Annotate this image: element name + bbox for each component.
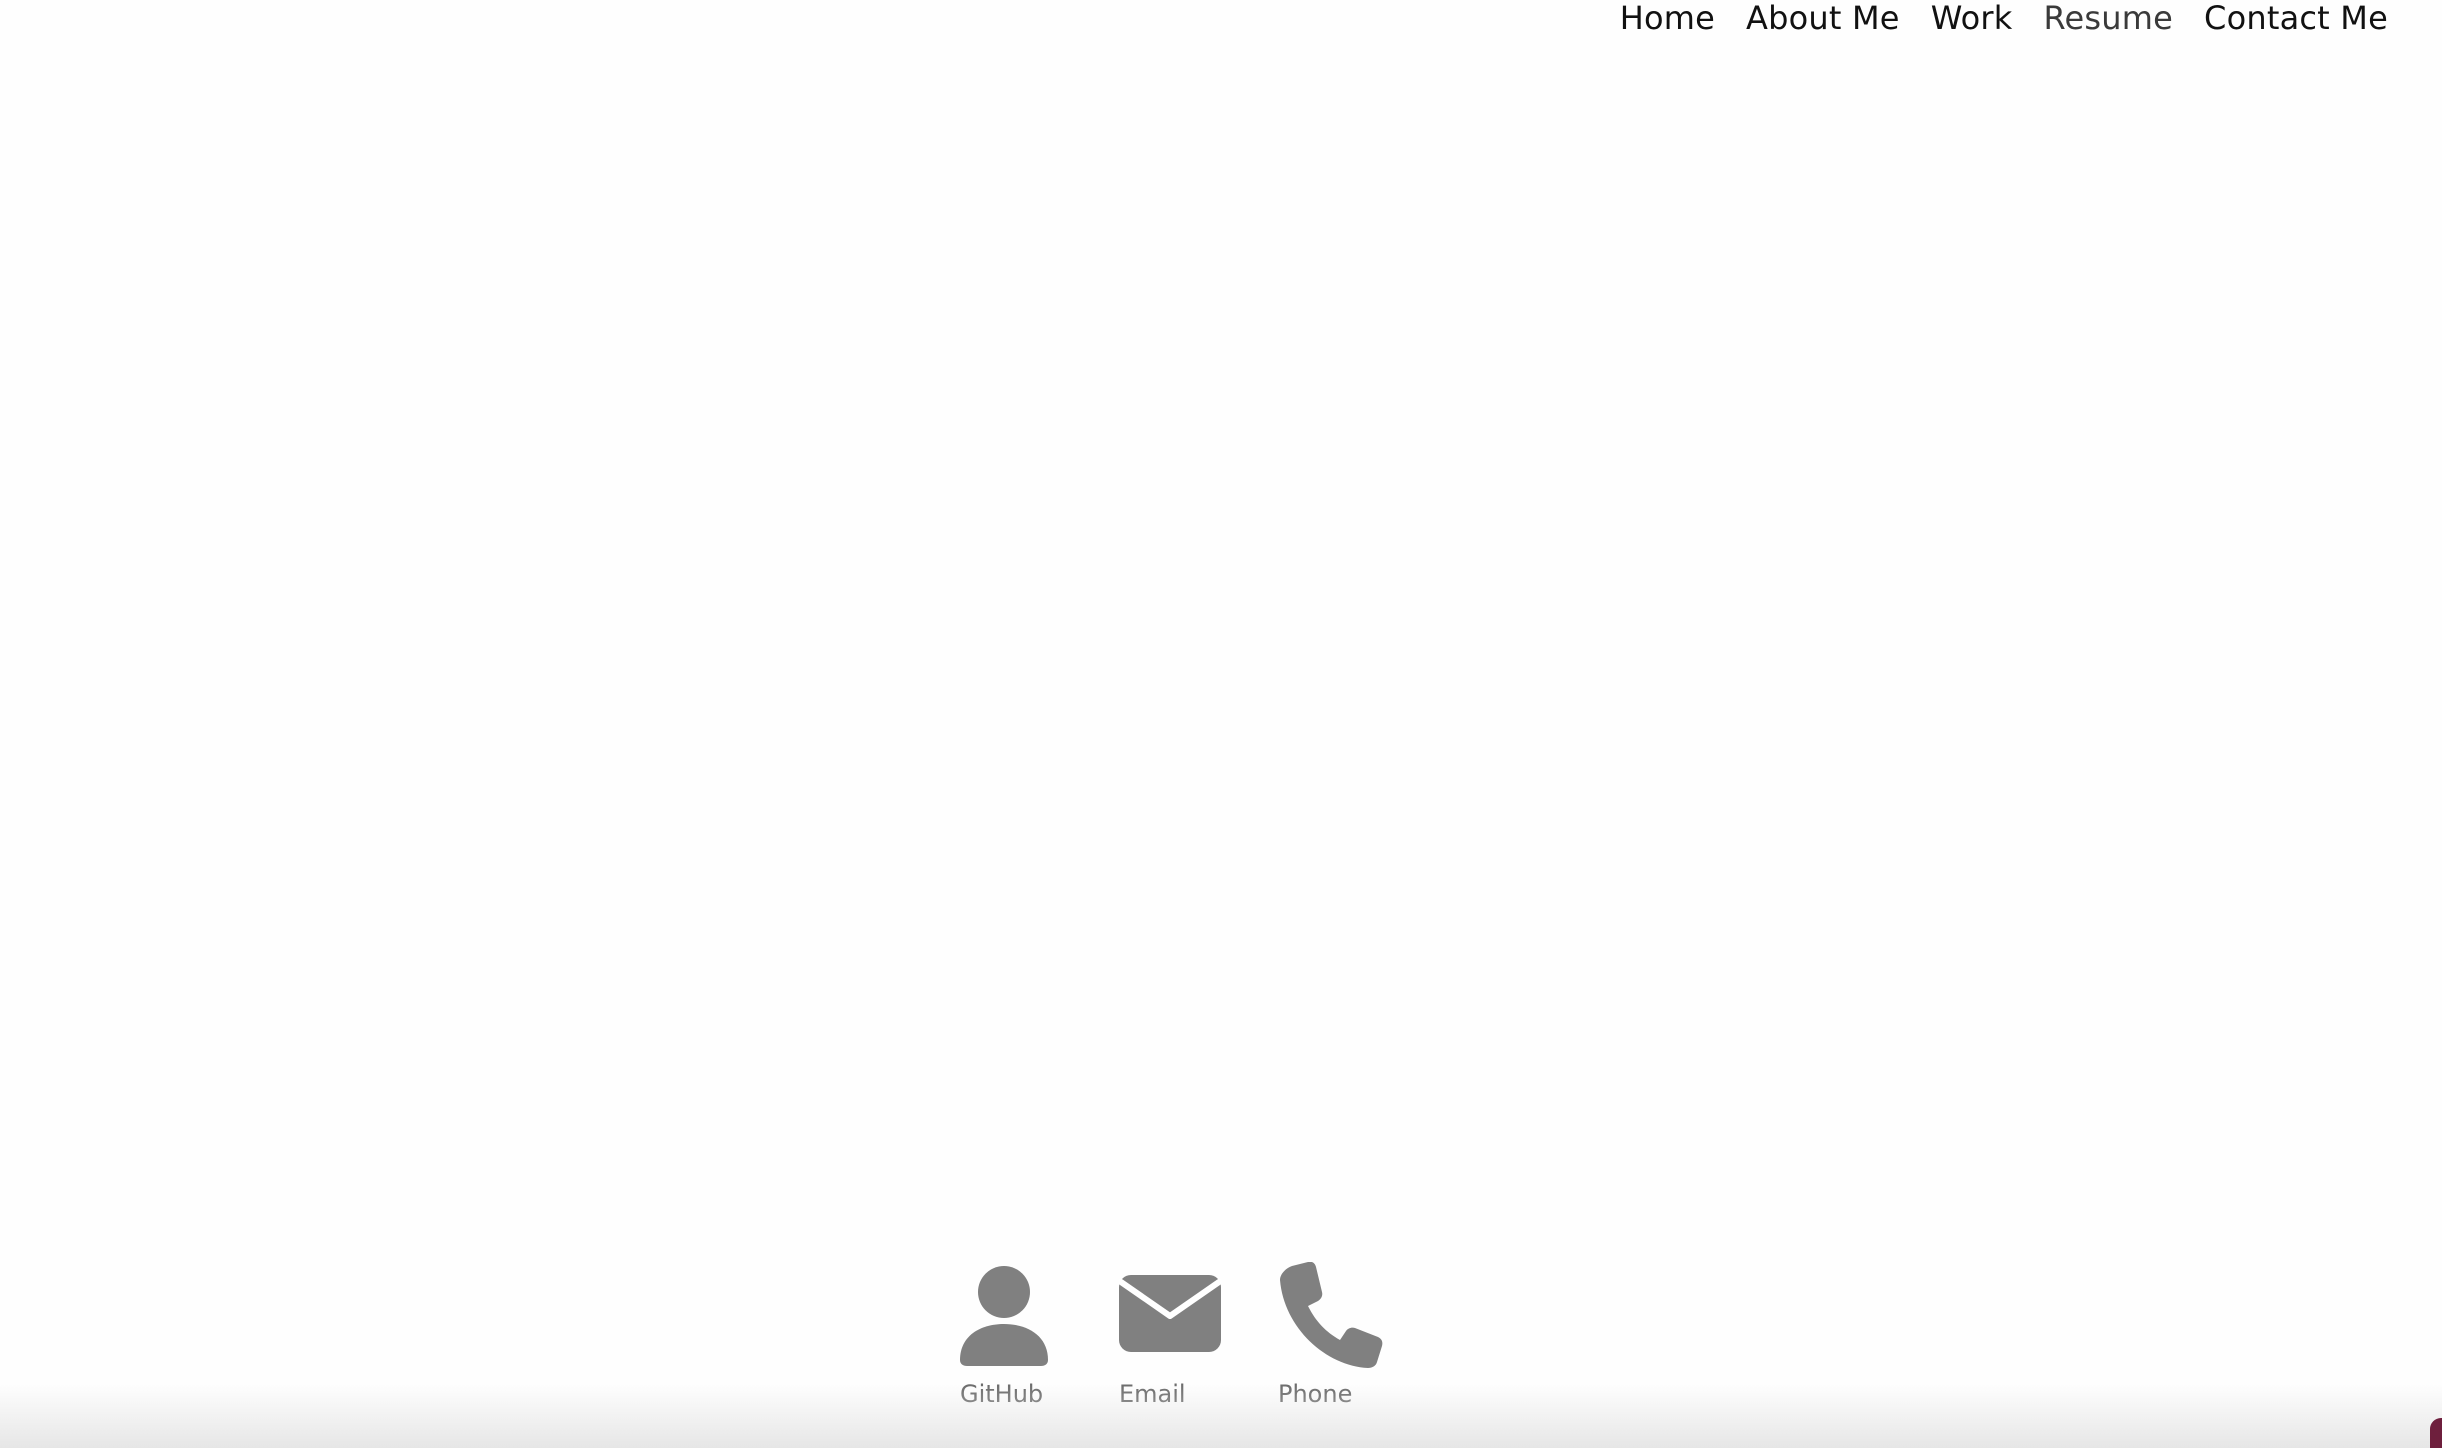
nav-link-about-me[interactable]: About Me	[1746, 0, 1900, 36]
nav-link-home[interactable]: Home	[1620, 0, 1715, 36]
phone-icon	[1280, 1262, 1383, 1368]
nav-link-work[interactable]: Work	[1931, 0, 2013, 36]
github-link[interactable]: GitHub	[960, 1262, 1066, 1408]
phone-label: Phone	[1278, 1380, 1353, 1408]
contact-links: GitHub Email Phone	[960, 1262, 1384, 1408]
github-label: GitHub	[960, 1380, 1044, 1408]
email-label: Email	[1119, 1380, 1186, 1408]
phone-link[interactable]: Phone	[1278, 1262, 1384, 1408]
top-navigation: Home About Me Work Resume Contact Me	[1620, 0, 2388, 40]
corner-accent	[2430, 1418, 2442, 1448]
nav-link-resume[interactable]: Resume	[2044, 0, 2174, 36]
person-icon	[960, 1266, 1048, 1366]
envelope-icon	[1119, 1275, 1222, 1352]
page: Home About Me Work Resume Contact Me Git…	[0, 0, 2442, 1448]
email-link[interactable]: Email	[1119, 1262, 1225, 1408]
nav-link-contact-me[interactable]: Contact Me	[2204, 0, 2388, 36]
